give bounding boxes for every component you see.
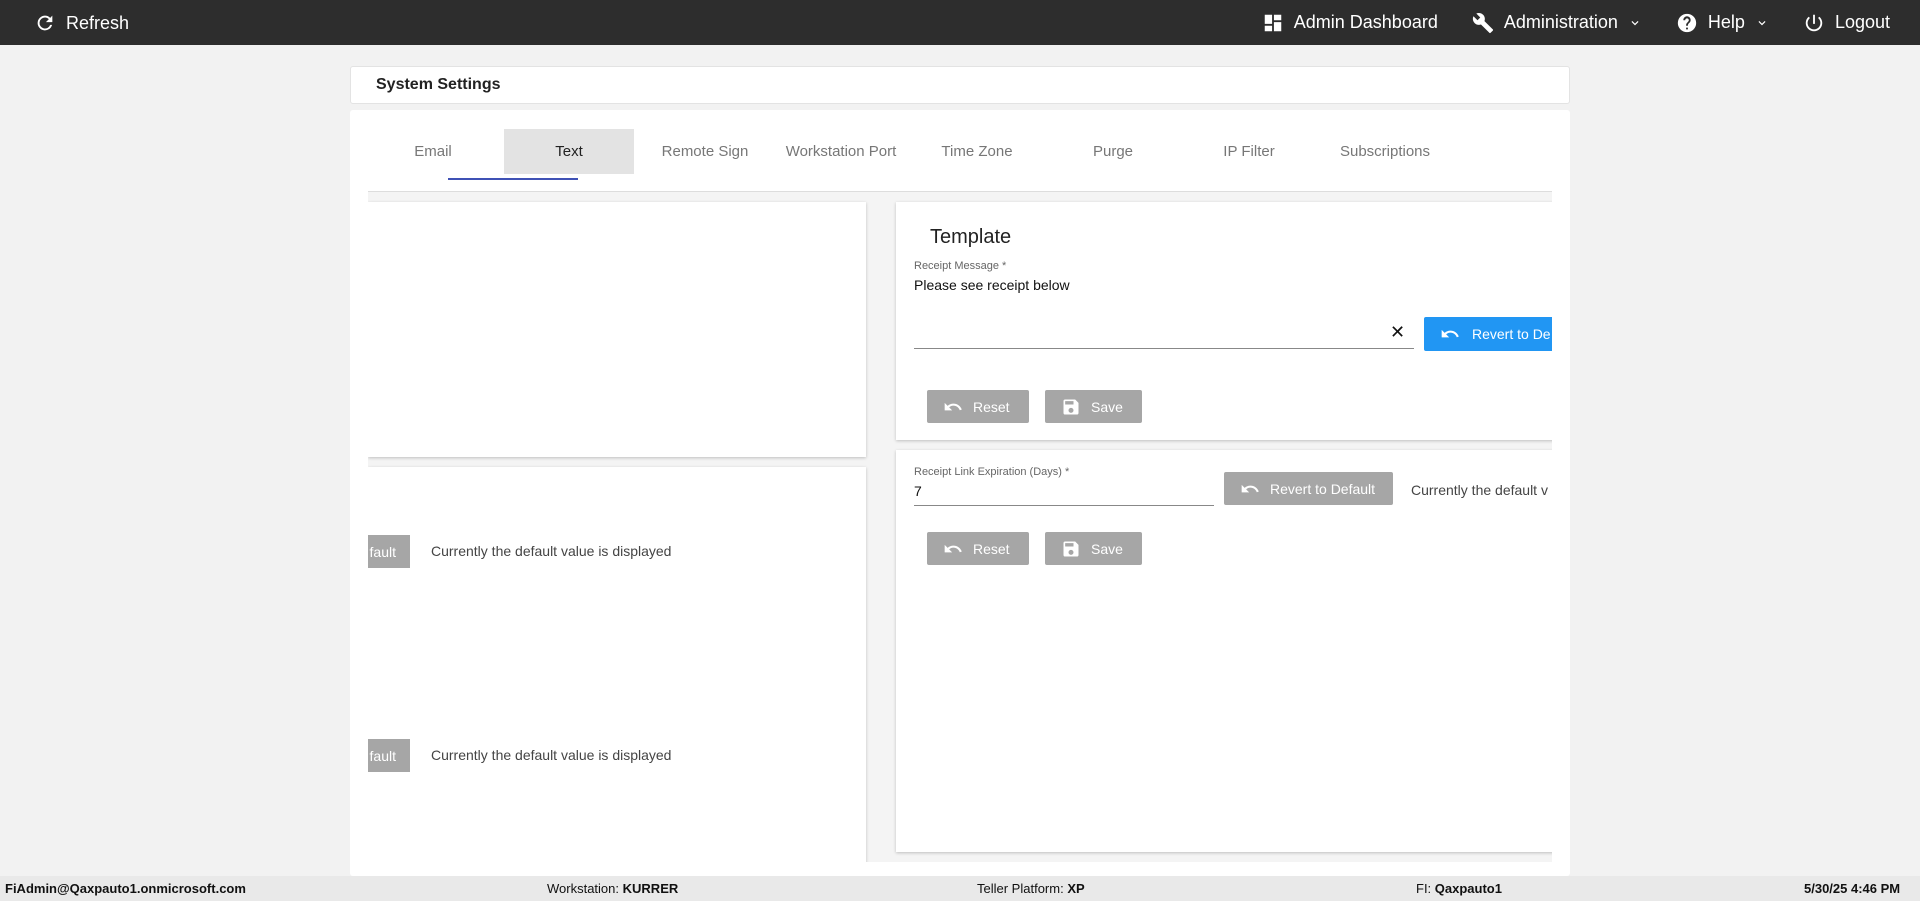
page-title: System Settings (376, 76, 501, 93)
help-menu[interactable]: Help (1676, 12, 1769, 34)
tab-workstation-port[interactable]: Workstation Port (776, 129, 906, 174)
revert-label: Revert to De (1472, 326, 1551, 342)
tab-purge[interactable]: Purge (1048, 129, 1178, 174)
teller-value: XP (1067, 881, 1085, 896)
help-icon (1677, 13, 1697, 32)
tab-text[interactable]: Text (504, 129, 634, 174)
default-value-note: Currently the default value is displayed (431, 747, 672, 763)
save-label: Save (1091, 540, 1123, 557)
undo-icon (1241, 484, 1259, 492)
receipt-expiration-panel: Receipt Link Expiration (Days) * 7 Rever… (896, 450, 1552, 852)
receipt-message-value[interactable]: Please see receipt below (914, 277, 1070, 293)
revert-label: fault (369, 747, 396, 764)
receipt-link-expiration-value[interactable]: 7 (914, 483, 922, 499)
tab-time-zone[interactable]: Time Zone (912, 129, 1042, 174)
status-user: FiAdmin@Qaxpauto1.onmicrosoft.com (5, 881, 246, 896)
revert-to-default-button[interactable]: fault (368, 739, 410, 772)
status-workstation: Workstation: KURRER (547, 881, 678, 896)
undo-icon (944, 402, 962, 410)
active-tab-indicator (448, 178, 578, 180)
undo-icon (1441, 329, 1459, 338)
administration-menu[interactable]: Administration (1472, 12, 1642, 34)
fi-value: Qaxpauto1 (1434, 881, 1502, 896)
revert-to-default-button[interactable]: fault (368, 535, 410, 568)
page-header: System Settings (350, 66, 1570, 104)
logout-button[interactable]: Logout (1803, 12, 1890, 34)
left-bottom-panel: fault Currently the default value is dis… (368, 467, 866, 862)
fi-label: FI: (1416, 881, 1432, 896)
refresh-button[interactable]: Refresh (34, 12, 129, 34)
reset-label: Reset (973, 540, 1010, 557)
administration-label: Administration (1503, 12, 1618, 32)
power-icon (1805, 14, 1823, 31)
status-bar: FiAdmin@Qaxpauto1.onmicrosoft.com Workst… (0, 876, 1920, 901)
logout-label: Logout (1834, 12, 1890, 32)
dashboard-icon (1264, 14, 1282, 31)
settings-content: fault Currently the default value is dis… (368, 192, 1552, 862)
default-value-note: Currently the default v (1411, 482, 1548, 498)
status-teller-platform: Teller Platform: XP (977, 881, 1085, 896)
reset-button[interactable]: Reset (927, 532, 1029, 565)
revert-to-default-button[interactable]: Revert to De (1424, 317, 1552, 351)
save-icon (1063, 399, 1079, 414)
revert-label: Revert to Default (1270, 480, 1376, 497)
revert-to-default-button[interactable]: Revert to Default (1224, 472, 1393, 505)
template-panel: Template Receipt Message * Please see re… (896, 202, 1552, 440)
save-button[interactable]: Save (1045, 390, 1142, 423)
clear-icon[interactable]: ✕ (1390, 322, 1405, 343)
save-label: Save (1091, 398, 1123, 415)
reset-button[interactable]: Reset (927, 390, 1029, 423)
top-nav: Admin Dashboard Administration Help Logo… (1262, 0, 1890, 45)
status-datetime: 5/30/25 4:46 PM (1804, 881, 1901, 896)
tab-email[interactable]: Email (368, 129, 498, 174)
save-button[interactable]: Save (1045, 532, 1142, 565)
admin-dashboard-label: Admin Dashboard (1293, 12, 1438, 32)
tab-remote-sign[interactable]: Remote Sign (640, 129, 770, 174)
receipt-message-input-underline (914, 348, 1414, 349)
workstation-label: Workstation: (547, 881, 620, 896)
refresh-label: Refresh (66, 12, 130, 33)
chevron-down-icon (1631, 20, 1639, 25)
workstation-value: KURRER (622, 881, 679, 896)
revert-label: fault (369, 543, 396, 560)
settings-card: Email Text Remote Sign Workstation Port … (350, 110, 1570, 876)
left-top-panel (368, 202, 866, 457)
receipt-link-expiration-underline (914, 505, 1214, 506)
settings-tabs: Email Text Remote Sign Workstation Port … (368, 129, 1552, 192)
wrench-icon (1472, 12, 1493, 33)
undo-icon (944, 544, 962, 552)
receipt-link-expiration-label: Receipt Link Expiration (Days) * (914, 466, 1070, 478)
chevron-down-icon (1758, 20, 1766, 25)
reset-label: Reset (973, 398, 1010, 415)
refresh-icon (37, 15, 53, 31)
admin-dashboard-button[interactable]: Admin Dashboard (1262, 12, 1438, 34)
tab-ip-filter[interactable]: IP Filter (1184, 129, 1314, 174)
default-value-note: Currently the default value is displayed (431, 543, 672, 559)
save-icon (1063, 541, 1079, 556)
status-fi: FI: Qaxpauto1 (1416, 881, 1502, 896)
template-title: Template (930, 226, 1012, 248)
teller-label: Teller Platform: (977, 881, 1064, 896)
receipt-message-label: Receipt Message * (914, 260, 1007, 272)
top-bar: Refresh Admin Dashboard Administration H… (0, 0, 1920, 45)
tab-subscriptions[interactable]: Subscriptions (1320, 129, 1450, 174)
help-label: Help (1707, 12, 1745, 32)
